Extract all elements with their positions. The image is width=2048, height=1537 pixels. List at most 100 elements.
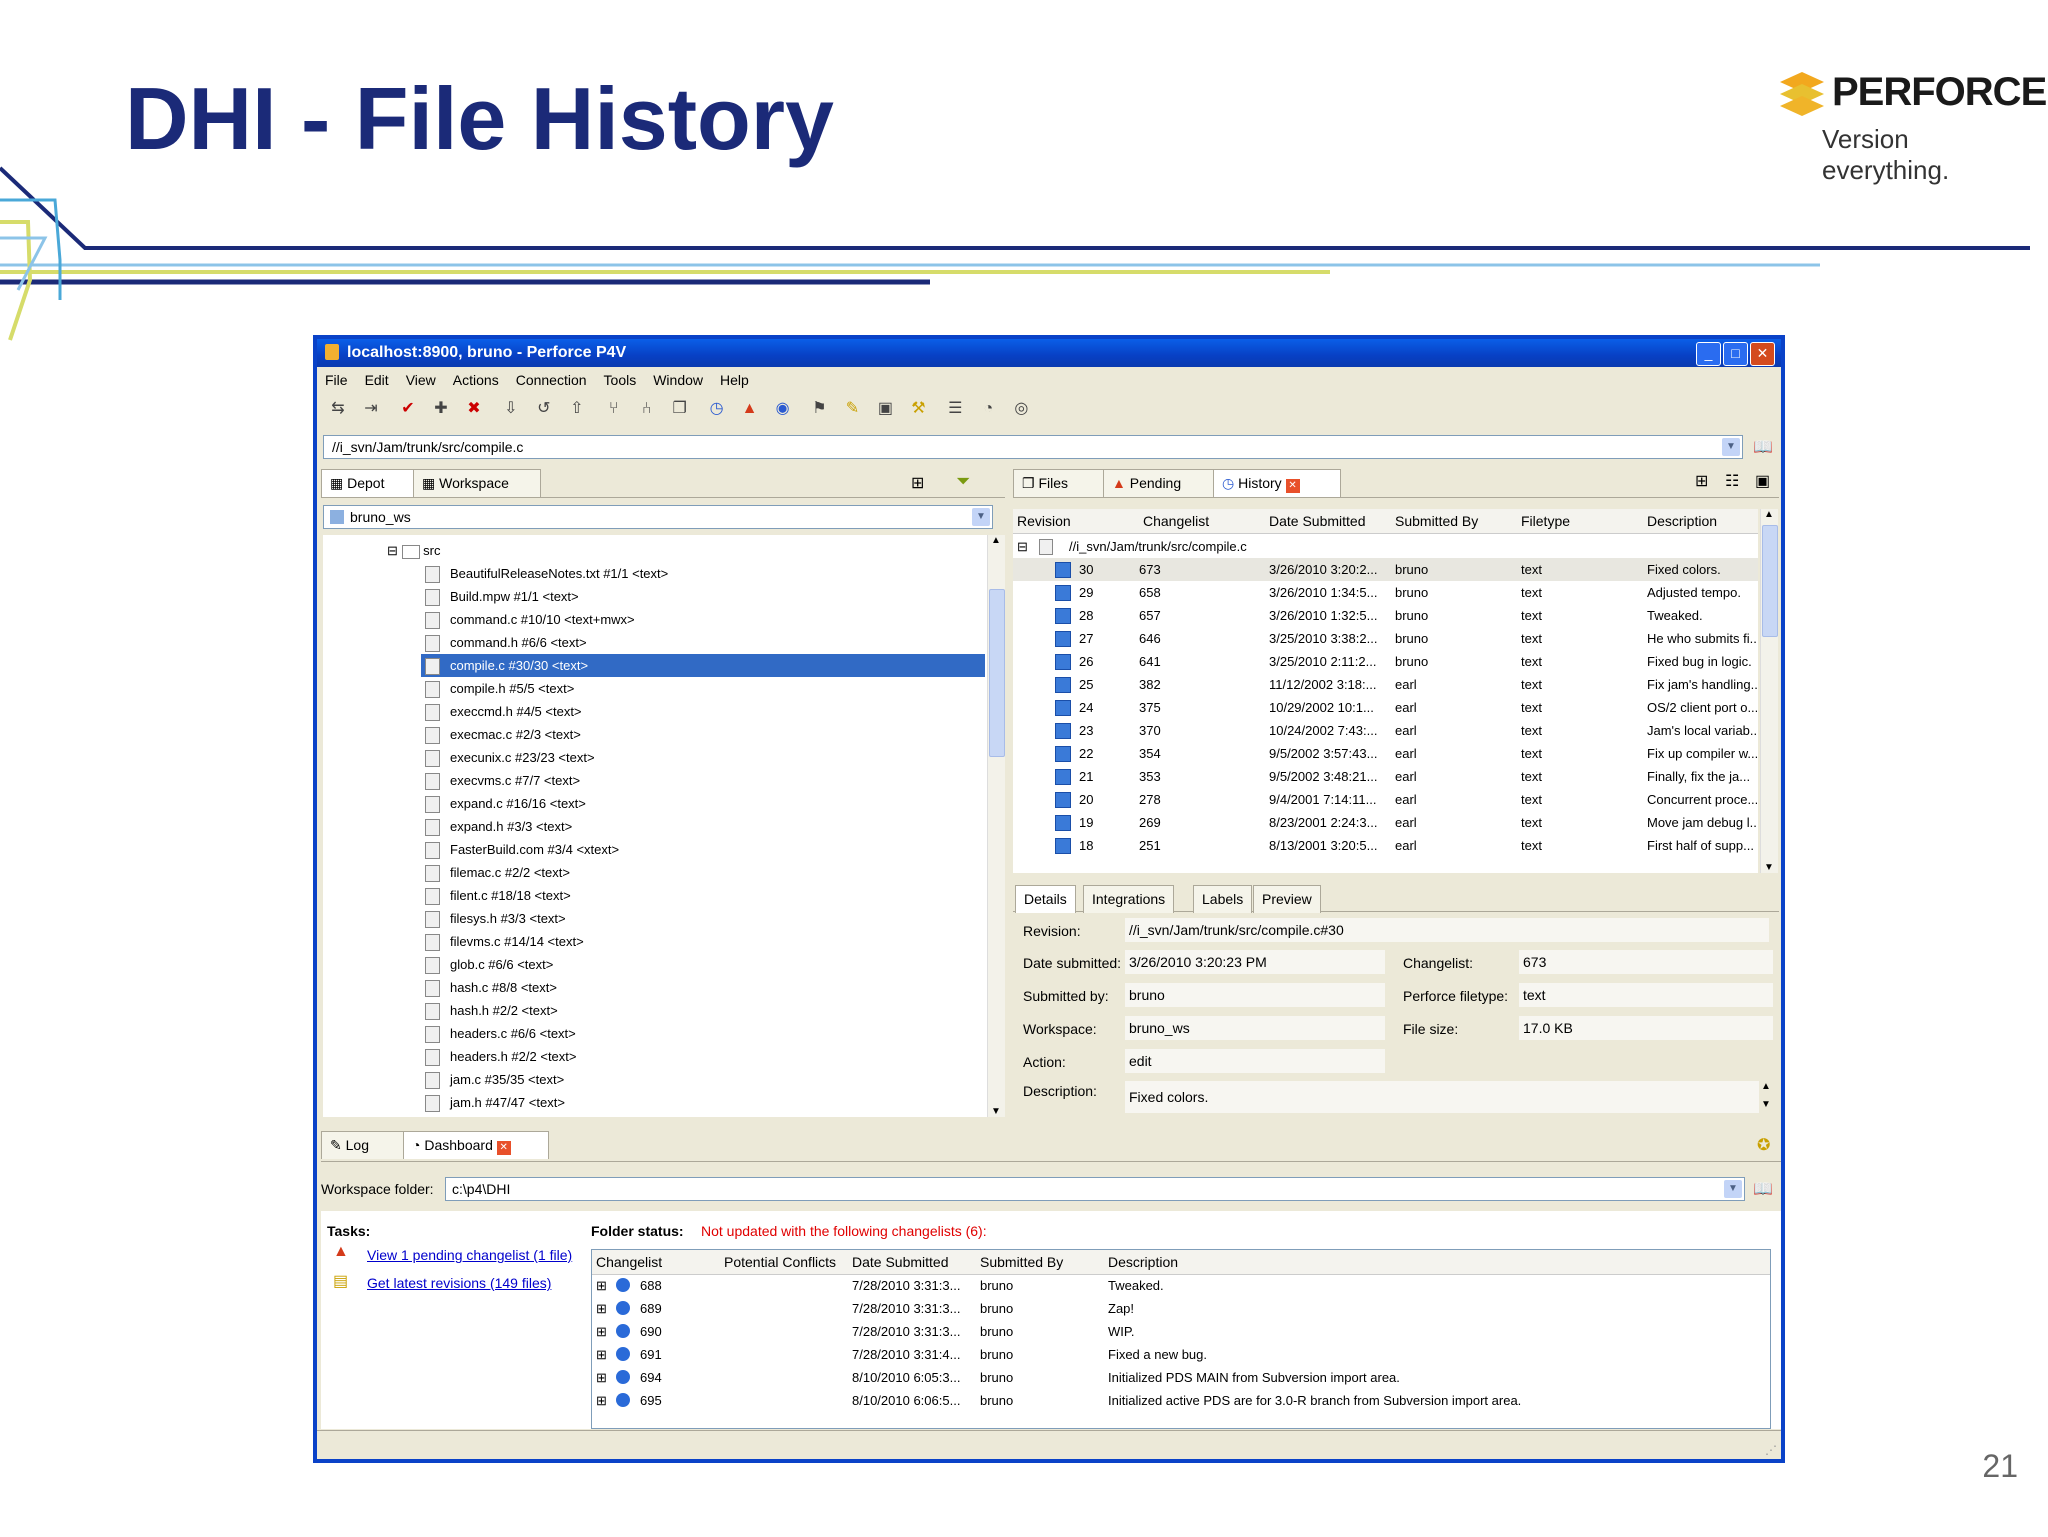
tree-file[interactable]: command.c #10/10 <text+mwx> <box>425 608 635 631</box>
folder-src[interactable]: ⊟ src <box>387 539 441 562</box>
col-changelist[interactable]: Changelist <box>596 1254 662 1270</box>
connect-icon[interactable]: ⇆ <box>327 398 349 420</box>
stop-icon[interactable]: ◎ <box>1010 398 1032 420</box>
refresh-icon[interactable]: ✪ <box>1757 1135 1770 1155</box>
collapse-icon[interactable]: ⊟ <box>387 543 398 558</box>
view-options-icon[interactable]: ☷ <box>1725 471 1739 491</box>
col-revision[interactable]: Revision <box>1017 513 1071 529</box>
tree-file[interactable]: command.h #6/6 <text> <box>425 631 587 654</box>
copy-icon[interactable]: ❐ <box>669 398 691 420</box>
menu-tools[interactable]: Tools <box>604 372 637 388</box>
tab-workspace[interactable]: ▦ Workspace <box>413 469 541 497</box>
changelist-row[interactable]: ⊞ 689 7/28/2010 3:31:3... bruno Zap! <box>592 1297 1770 1320</box>
col-description[interactable]: Description <box>1108 1254 1178 1270</box>
close-tab-icon[interactable]: ✕ <box>496 1141 511 1155</box>
history-root[interactable]: ⊟ //i_svn/Jam/trunk/src/compile.c <box>1013 535 1758 558</box>
add-icon[interactable]: ✚ <box>430 398 452 420</box>
tab-preview[interactable]: Preview <box>1253 885 1321 913</box>
tree-filter-icon[interactable]: ⊞ <box>911 473 924 493</box>
menu-edit[interactable]: Edit <box>365 372 389 388</box>
resize-grip-icon[interactable]: ⋰ <box>1765 1443 1777 1457</box>
history-row[interactable]: 25 382 11/12/2002 3:18:... earl text Fix jam'… <box>1013 673 1758 696</box>
history-row[interactable]: 26 641 3/25/2010 2:11:2... bruno text Fixed b… <box>1013 650 1758 673</box>
diff-icon[interactable]: ☰ <box>944 398 966 420</box>
columns-icon[interactable]: ⊞ <box>1695 471 1708 491</box>
tab-pending[interactable]: ▲ Pending <box>1103 469 1219 497</box>
tree-file[interactable]: glob.c #6/6 <text> <box>425 953 553 976</box>
menu-view[interactable]: View <box>406 372 436 388</box>
close-tab-icon[interactable]: ✕ <box>1285 479 1300 493</box>
tree-file[interactable]: hash.h #2/2 <text> <box>425 999 558 1022</box>
col-date[interactable]: Date Submitted <box>1269 513 1366 529</box>
history-row[interactable]: 22 354 9/5/2002 3:57:43... earl text Fix up c… <box>1013 742 1758 765</box>
bookmarks-icon[interactable]: 📖 <box>1753 437 1773 457</box>
chevron-down-icon[interactable]: ▼ <box>972 508 990 526</box>
tree-file[interactable]: headers.h #2/2 <text> <box>425 1045 576 1068</box>
tree-file[interactable]: execunix.c #23/23 <text> <box>425 746 595 769</box>
scroll-thumb[interactable] <box>989 589 1005 757</box>
col-description[interactable]: Description <box>1647 513 1717 529</box>
submit-icon[interactable]: ⇧ <box>566 398 588 420</box>
scroll-up-icon[interactable]: ▲ <box>1764 509 1774 520</box>
history-row[interactable]: 23 370 10/24/2002 7:43:... earl text Jam's lo… <box>1013 719 1758 742</box>
tree-file[interactable]: execmac.c #2/3 <text> <box>425 723 581 746</box>
menu-actions[interactable]: Actions <box>453 372 499 388</box>
tab-details[interactable]: Details <box>1015 885 1076 913</box>
changelist-row[interactable]: ⊞ 694 8/10/2010 6:05:3... bruno Initialized … <box>592 1366 1770 1389</box>
tree-file[interactable]: execvms.c #7/7 <text> <box>425 769 580 792</box>
menu-help[interactable]: Help <box>720 372 749 388</box>
tree-file[interactable]: filevms.c #14/14 <text> <box>425 930 584 953</box>
tree-scrollbar[interactable]: ▲ ▼ <box>987 535 1005 1117</box>
tree-file[interactable]: filesys.h #3/3 <text> <box>425 907 566 930</box>
address-bar[interactable]: //i_svn/Jam/trunk/src/compile.c ▼ <box>323 435 1743 459</box>
tree-file[interactable]: Build.mpw #1/1 <text> <box>425 585 579 608</box>
history-row[interactable]: 20 278 9/4/2001 7:14:11... earl text Concurre… <box>1013 788 1758 811</box>
tab-integrations[interactable]: Integrations <box>1083 885 1175 913</box>
tab-history[interactable]: ◷ History ✕ <box>1213 469 1341 497</box>
collapse-icon[interactable]: ⊟ <box>1017 535 1028 558</box>
changelist-row[interactable]: ⊞ 690 7/28/2010 3:31:3... bruno WIP. <box>592 1320 1770 1343</box>
menu-window[interactable]: Window <box>653 372 703 388</box>
history-row[interactable]: 28 657 3/26/2010 1:32:5... bruno text Tweaked… <box>1013 604 1758 627</box>
col-date[interactable]: Date Submitted <box>852 1254 949 1270</box>
scroll-up-icon[interactable]: ▲ <box>991 535 1001 546</box>
col-submitted-by[interactable]: Submitted By <box>980 1254 1063 1270</box>
workspace-select[interactable]: bruno_ws ▼ <box>323 505 993 529</box>
tree-file[interactable]: execcmd.h #4/5 <text> <box>425 700 582 723</box>
tab-labels[interactable]: Labels <box>1193 885 1253 913</box>
history-row[interactable]: 24 375 10/29/2002 10:1... earl text OS/2 clie… <box>1013 696 1758 719</box>
tree-file[interactable]: expand.h #3/3 <text> <box>425 815 572 838</box>
history-scrollbar[interactable]: ▲ ▼ <box>1760 509 1778 873</box>
scroll-up-icon[interactable]: ▲ <box>1761 1081 1771 1092</box>
branches-icon[interactable]: ⚑ <box>808 398 830 420</box>
scroll-down-icon[interactable]: ▼ <box>1764 862 1774 873</box>
history-row[interactable]: 21 353 9/5/2002 3:48:21... earl text Finally,… <box>1013 765 1758 788</box>
disconnect-icon[interactable]: ⇥ <box>360 398 382 420</box>
pending-icon[interactable]: ▲ <box>739 398 761 420</box>
tab-files[interactable]: ❐ Files <box>1013 469 1111 497</box>
tree-file[interactable]: expand.c #16/16 <text> <box>425 792 586 815</box>
timelapse-icon[interactable]: ◔ <box>977 398 999 420</box>
bookmarks-icon[interactable]: 📖 <box>1753 1179 1773 1199</box>
integrate-icon[interactable]: ⑃ <box>636 398 658 420</box>
expand-icon[interactable]: ⊞ <box>596 1366 607 1389</box>
history-row[interactable]: 30 673 3/26/2010 3:20:2... bruno text Fixed c… <box>1013 558 1758 581</box>
tab-depot[interactable]: ▦ Depot <box>321 469 417 497</box>
funnel-icon[interactable]: ⏷ <box>956 471 970 492</box>
tree-file[interactable]: jam.c #35/35 <text> <box>425 1068 564 1091</box>
close-button[interactable]: ✕ <box>1750 342 1775 366</box>
tree-file[interactable]: BeautifulReleaseNotes.txt #1/1 <text> <box>425 562 668 585</box>
tree-file[interactable]: hash.c #8/8 <text> <box>425 976 557 999</box>
pane-icon[interactable]: ▣ <box>1755 471 1770 491</box>
view-pending-link[interactable]: View 1 pending changelist (1 file) <box>367 1247 572 1263</box>
tree-file[interactable]: jam.h #47/47 <text> <box>425 1091 565 1114</box>
expand-icon[interactable]: ⊞ <box>596 1343 607 1366</box>
tab-dashboard[interactable]: ◔ Dashboard ✕ <box>403 1131 549 1159</box>
scroll-thumb[interactable] <box>1762 525 1778 637</box>
minimize-button[interactable]: _ <box>1696 342 1721 366</box>
expand-icon[interactable]: ⊞ <box>596 1274 607 1297</box>
col-submitted-by[interactable]: Submitted By <box>1395 513 1478 529</box>
jobs-icon[interactable]: ⚒ <box>907 398 929 420</box>
labels-icon[interactable]: ✎ <box>841 398 863 420</box>
expand-icon[interactable]: ⊞ <box>596 1297 607 1320</box>
